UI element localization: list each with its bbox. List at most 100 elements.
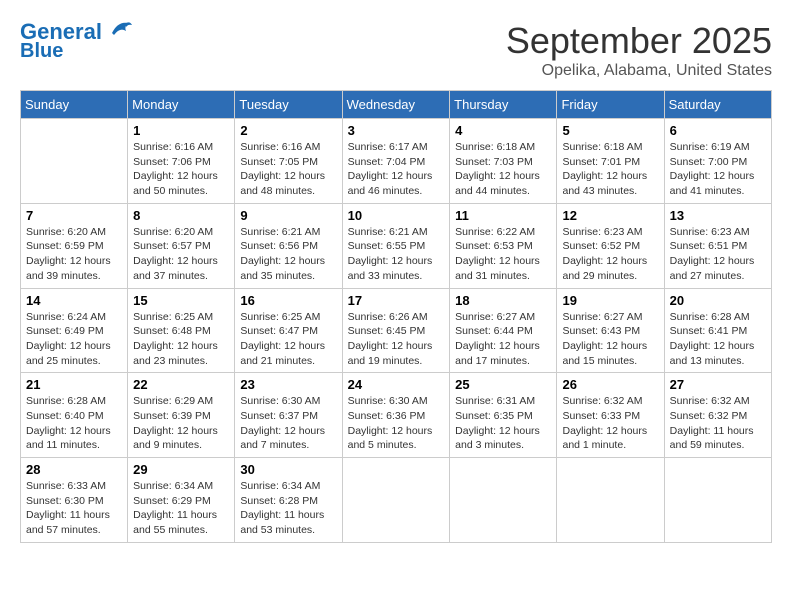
subtitle: Opelika, Alabama, United States (506, 62, 772, 80)
calendar-cell: 5 Sunrise: 6:18 AMSunset: 7:01 PMDaylight… (557, 119, 664, 204)
day-info: Sunrise: 6:25 AMSunset: 6:47 PMDaylight:… (240, 310, 336, 369)
day-number: 20 (670, 293, 766, 308)
day-header-thursday: Thursday (450, 91, 557, 119)
calendar-week-row: 21Sunrise: 6:28 AMSunset: 6:40 PMDayligh… (21, 373, 772, 458)
calendar-cell: 15Sunrise: 6:25 AMSunset: 6:48 PMDayligh… (128, 288, 235, 373)
day-number: 27 (670, 377, 766, 392)
day-info: Sunrise: 6:30 AMSunset: 6:37 PMDaylight:… (240, 394, 336, 453)
day-info: Sunrise: 6:31 AMSunset: 6:35 PMDaylight:… (455, 394, 551, 453)
calendar-cell: 24 Sunrise: 6:30 AMSunset: 6:36 PMDayligh… (342, 373, 450, 458)
day-number: 5 (562, 123, 658, 138)
logo: General Blue (20, 20, 132, 62)
day-info: Sunrise: 6:17 AMSunset: 7:04 PMDaylight:… (348, 140, 445, 199)
day-info: Sunrise: 6:20 AMSunset: 6:57 PMDaylight:… (133, 225, 229, 284)
day-number: 8 (133, 208, 229, 223)
calendar-cell: 26Sunrise: 6:32 AMSunset: 6:33 PMDayligh… (557, 373, 664, 458)
calendar-week-row: 28 Sunrise: 6:33 AMSunset: 6:30 PMDayligh… (21, 458, 772, 543)
day-info: Sunrise: 6:21 AMSunset: 6:55 PMDaylight:… (348, 225, 445, 284)
day-info: Sunrise: 6:34 AMSunset: 6:28 PMDaylight:… (240, 479, 336, 538)
calendar-cell: 9 Sunrise: 6:21 AMSunset: 6:56 PMDaylight… (235, 203, 342, 288)
calendar-cell (342, 458, 450, 543)
day-number: 30 (240, 462, 336, 477)
day-info: Sunrise: 6:34 AMSunset: 6:29 PMDaylight:… (133, 479, 229, 538)
day-info: Sunrise: 6:23 AMSunset: 6:51 PMDaylight:… (670, 225, 766, 284)
day-info: Sunrise: 6:33 AMSunset: 6:30 PMDaylight:… (26, 479, 122, 538)
day-info: Sunrise: 6:32 AMSunset: 6:32 PMDaylight:… (670, 394, 766, 453)
calendar-cell: 16 Sunrise: 6:25 AMSunset: 6:47 PMDayligh… (235, 288, 342, 373)
calendar-cell (557, 458, 664, 543)
calendar-cell: 13 Sunrise: 6:23 AMSunset: 6:51 PMDayligh… (664, 203, 771, 288)
calendar-cell: 11Sunrise: 6:22 AMSunset: 6:53 PMDayligh… (450, 203, 557, 288)
day-number: 7 (26, 208, 122, 223)
calendar-cell: 28 Sunrise: 6:33 AMSunset: 6:30 PMDayligh… (21, 458, 128, 543)
day-info: Sunrise: 6:21 AMSunset: 6:56 PMDaylight:… (240, 225, 336, 284)
day-number: 6 (670, 123, 766, 138)
calendar-cell: 8 Sunrise: 6:20 AMSunset: 6:57 PMDaylight… (128, 203, 235, 288)
day-header-saturday: Saturday (664, 91, 771, 119)
calendar-cell: 6 Sunrise: 6:19 AMSunset: 7:00 PMDaylight… (664, 119, 771, 204)
day-info: Sunrise: 6:16 AMSunset: 7:06 PMDaylight:… (133, 140, 229, 199)
calendar-cell: 17 Sunrise: 6:26 AMSunset: 6:45 PMDayligh… (342, 288, 450, 373)
calendar-cell: 1 Sunrise: 6:16 AMSunset: 7:06 PMDaylight… (128, 119, 235, 204)
day-info: Sunrise: 6:18 AMSunset: 7:03 PMDaylight:… (455, 140, 551, 199)
day-number: 12 (562, 208, 658, 223)
day-info: Sunrise: 6:16 AMSunset: 7:05 PMDaylight:… (240, 140, 336, 199)
title-block: September 2025 Opelika, Alabama, United … (506, 20, 772, 80)
calendar-week-row: 1 Sunrise: 6:16 AMSunset: 7:06 PMDaylight… (21, 119, 772, 204)
day-number: 4 (455, 123, 551, 138)
day-header-sunday: Sunday (21, 91, 128, 119)
day-info: Sunrise: 6:19 AMSunset: 7:00 PMDaylight:… (670, 140, 766, 199)
day-number: 25 (455, 377, 551, 392)
day-number: 24 (348, 377, 445, 392)
day-info: Sunrise: 6:27 AMSunset: 6:43 PMDaylight:… (562, 310, 658, 369)
calendar-cell (450, 458, 557, 543)
calendar-cell (21, 119, 128, 204)
day-number: 22 (133, 377, 229, 392)
calendar-cell: 4 Sunrise: 6:18 AMSunset: 7:03 PMDaylight… (450, 119, 557, 204)
day-number: 28 (26, 462, 122, 477)
day-info: Sunrise: 6:25 AMSunset: 6:48 PMDaylight:… (133, 310, 229, 369)
day-info: Sunrise: 6:29 AMSunset: 6:39 PMDaylight:… (133, 394, 229, 453)
calendar-cell: 18 Sunrise: 6:27 AMSunset: 6:44 PMDayligh… (450, 288, 557, 373)
day-number: 1 (133, 123, 229, 138)
day-number: 29 (133, 462, 229, 477)
day-number: 18 (455, 293, 551, 308)
calendar-cell: 14Sunrise: 6:24 AMSunset: 6:49 PMDayligh… (21, 288, 128, 373)
calendar-cell: 10Sunrise: 6:21 AMSunset: 6:55 PMDayligh… (342, 203, 450, 288)
calendar-cell: 22 Sunrise: 6:29 AMSunset: 6:39 PMDayligh… (128, 373, 235, 458)
calendar-cell: 20 Sunrise: 6:28 AMSunset: 6:41 PMDayligh… (664, 288, 771, 373)
day-number: 13 (670, 208, 766, 223)
day-info: Sunrise: 6:18 AMSunset: 7:01 PMDaylight:… (562, 140, 658, 199)
calendar-cell: 3 Sunrise: 6:17 AMSunset: 7:04 PMDaylight… (342, 119, 450, 204)
day-header-monday: Monday (128, 91, 235, 119)
day-number: 19 (562, 293, 658, 308)
calendar-cell: 27 Sunrise: 6:32 AMSunset: 6:32 PMDayligh… (664, 373, 771, 458)
calendar-table: SundayMondayTuesdayWednesdayThursdayFrid… (20, 90, 772, 543)
day-info: Sunrise: 6:23 AMSunset: 6:52 PMDaylight:… (562, 225, 658, 284)
day-number: 2 (240, 123, 336, 138)
logo-bird-icon (104, 19, 132, 41)
day-number: 3 (348, 123, 445, 138)
page-header: General Blue September 2025 Opelika, Ala… (20, 20, 772, 80)
day-info: Sunrise: 6:30 AMSunset: 6:36 PMDaylight:… (348, 394, 445, 453)
day-number: 17 (348, 293, 445, 308)
day-info: Sunrise: 6:28 AMSunset: 6:41 PMDaylight:… (670, 310, 766, 369)
calendar-week-row: 7Sunrise: 6:20 AMSunset: 6:59 PMDaylight… (21, 203, 772, 288)
calendar-week-row: 14Sunrise: 6:24 AMSunset: 6:49 PMDayligh… (21, 288, 772, 373)
calendar-cell: 21Sunrise: 6:28 AMSunset: 6:40 PMDayligh… (21, 373, 128, 458)
day-number: 11 (455, 208, 551, 223)
calendar-cell: 12 Sunrise: 6:23 AMSunset: 6:52 PMDayligh… (557, 203, 664, 288)
main-title: September 2025 (506, 20, 772, 62)
calendar-cell (664, 458, 771, 543)
logo-blue-text: Blue (20, 40, 63, 62)
day-number: 9 (240, 208, 336, 223)
calendar-cell: 29 Sunrise: 6:34 AMSunset: 6:29 PMDayligh… (128, 458, 235, 543)
day-number: 16 (240, 293, 336, 308)
calendar-cell: 19 Sunrise: 6:27 AMSunset: 6:43 PMDayligh… (557, 288, 664, 373)
calendar-cell: 7Sunrise: 6:20 AMSunset: 6:59 PMDaylight… (21, 203, 128, 288)
calendar-cell: 25 Sunrise: 6:31 AMSunset: 6:35 PMDayligh… (450, 373, 557, 458)
calendar-cell: 2 Sunrise: 6:16 AMSunset: 7:05 PMDaylight… (235, 119, 342, 204)
calendar-cell: 23Sunrise: 6:30 AMSunset: 6:37 PMDayligh… (235, 373, 342, 458)
day-info: Sunrise: 6:27 AMSunset: 6:44 PMDaylight:… (455, 310, 551, 369)
day-info: Sunrise: 6:26 AMSunset: 6:45 PMDaylight:… (348, 310, 445, 369)
